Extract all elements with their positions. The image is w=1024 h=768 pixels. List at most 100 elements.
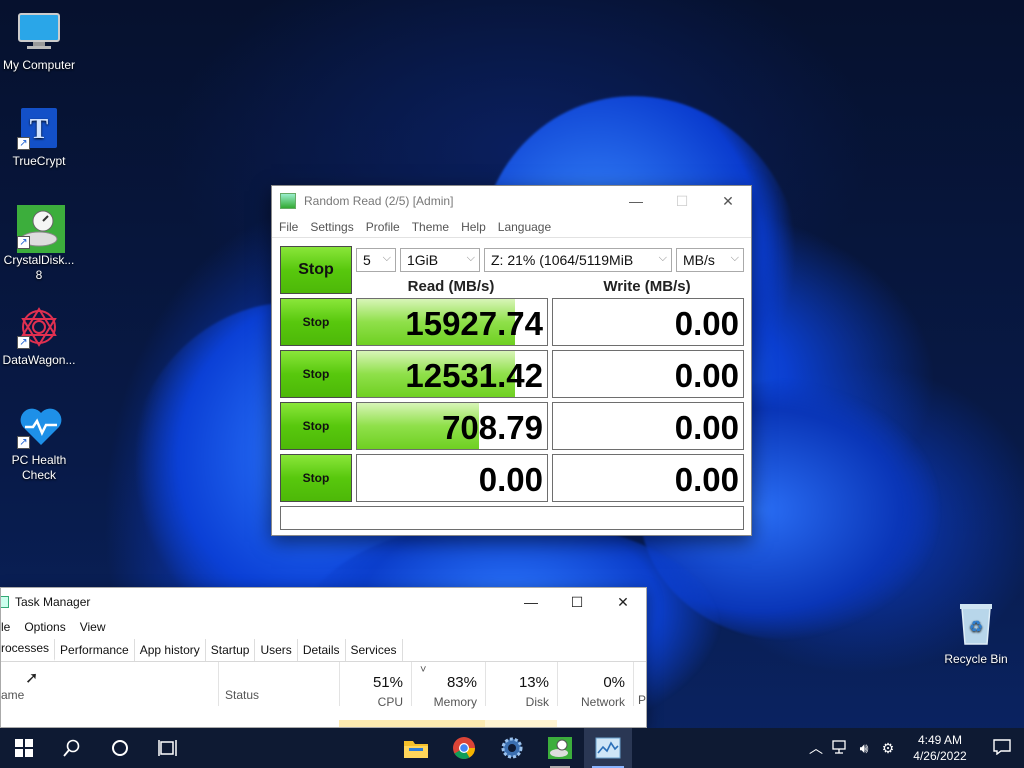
volume-icon[interactable]: 🔊︎ (852, 740, 876, 757)
settings-gear-icon (501, 737, 523, 759)
notification-icon[interactable] (980, 738, 1024, 758)
drive-value: Z: 21% (1064/5119MiB (491, 252, 634, 268)
folder-icon (404, 741, 428, 758)
heart-icon: ↗ (17, 405, 62, 449)
window-title: Random Read (2/5) [Admin] (304, 194, 454, 208)
power-label: Po (638, 693, 647, 707)
crystaldisk-icon: ↗ (17, 205, 65, 253)
tab-startup[interactable]: Startup (206, 639, 256, 661)
menu-profile[interactable]: Profile (366, 220, 400, 234)
computer-icon (17, 10, 61, 54)
stop-all-button[interactable]: Stop (280, 246, 352, 294)
desktop-icon-recycle-bin[interactable]: ♻ Recycle Bin (940, 600, 1012, 666)
menu-settings[interactable]: Settings (310, 220, 353, 234)
menu-theme[interactable]: Theme (412, 220, 449, 234)
tab-performance[interactable]: Performance (55, 639, 135, 661)
write-value: 0.00 (674, 305, 739, 342)
shortcut-arrow-icon: ↗ (17, 436, 30, 449)
sort-chevron-icon: ˅ (420, 664, 427, 676)
column-power[interactable]: Po (633, 662, 647, 707)
taskbar-file-explorer[interactable] (392, 728, 440, 768)
desktop-icon-label: Check (21, 468, 56, 482)
recycle-bin-icon: ♻ (956, 600, 996, 646)
gear-icon[interactable]: ⚙ (876, 740, 900, 757)
write-result-cell: 0.00 (552, 350, 744, 398)
memory-percent: 83% (446, 674, 477, 691)
menu-options[interactable]: Options (24, 620, 65, 634)
write-value: 0.00 (674, 461, 739, 498)
read-result-cell: 15927.74 (356, 298, 548, 346)
desktop-icon-my-computer[interactable]: My Computer (0, 10, 78, 73)
taskbar-chrome[interactable] (440, 728, 488, 768)
read-header: Read (MB/s) (407, 278, 495, 295)
benchmark-panel: Stop 5 ⌵ 1GiB ⌵ Z: 21% (1064/5119MiB ⌵ MB/s… (272, 238, 751, 536)
maximize-button[interactable]: ☐ (554, 588, 600, 617)
column-memory[interactable]: ˅ 83% Memory (411, 662, 485, 709)
datawagon-icon: ↗ (17, 305, 61, 349)
task-view-button[interactable] (144, 728, 192, 768)
stop-test-button[interactable]: Stop (280, 298, 352, 346)
drive-select[interactable]: Z: 21% (1064/5119MiB ⌵ (484, 248, 672, 272)
menu-bar: le Options View (1, 616, 646, 638)
menu-language[interactable]: Language (498, 220, 551, 234)
menu-file[interactable]: le (1, 620, 10, 634)
chevron-up-icon[interactable]: ︿ (804, 738, 828, 758)
close-button[interactable]: ✕ (600, 588, 646, 617)
shortcut-arrow-icon: ↗ (17, 137, 30, 150)
stop-test-button[interactable]: Stop (280, 402, 352, 450)
usage-heat-strip (339, 720, 485, 727)
windows-logo-icon (15, 739, 33, 757)
test-size-select[interactable]: 1GiB ⌵ (400, 248, 480, 272)
cpu-percent: 51% (372, 674, 403, 691)
desktop-icon-label: PC Health (11, 453, 67, 467)
taskbar-settings[interactable] (488, 728, 536, 768)
disk-percent: 13% (518, 674, 549, 691)
tab-processes[interactable]: rocesses (1, 639, 56, 661)
tab-users[interactable]: Users (255, 639, 298, 661)
menu-view[interactable]: View (80, 620, 106, 634)
desktop-icon-label: DataWagon... (2, 353, 76, 367)
stop-test-button[interactable]: Stop (280, 350, 352, 398)
stop-test-button[interactable]: Stop (280, 454, 352, 502)
minimize-button[interactable]: — (613, 186, 659, 216)
usage-heat-strip (485, 720, 557, 727)
desktop-icon-label: 8 (35, 268, 43, 282)
desktop-icon-label: Recycle Bin (944, 652, 1008, 666)
column-status[interactable]: Status (218, 662, 338, 706)
column-name[interactable]: ame (1, 688, 24, 702)
cpu-label: CPU (377, 695, 403, 709)
column-cpu[interactable]: 51% CPU (339, 662, 411, 709)
taskbar-task-manager[interactable] (584, 728, 632, 768)
unit-select[interactable]: MB/s ⌵ (676, 248, 744, 272)
start-button[interactable] (0, 728, 48, 768)
tab-services[interactable]: Services (346, 639, 403, 661)
title-bar[interactable]: Task Manager — ☐ ✕ (1, 588, 646, 616)
menu-file[interactable]: File (279, 220, 298, 234)
column-headers: ➚ ame Status 51% CPU ˅ 83% Memory 13% Di… (1, 662, 647, 709)
desktop-icon-datawagon[interactable]: ↗ DataWagon... (0, 305, 78, 368)
column-network[interactable]: 0% Network (557, 662, 633, 709)
tab-details[interactable]: Details (298, 639, 346, 661)
search-button[interactable] (48, 728, 96, 768)
test-count-select[interactable]: 5 ⌵ (356, 248, 396, 272)
test-count-value: 5 (363, 252, 371, 268)
svg-text:♻: ♻ (969, 619, 983, 636)
column-disk[interactable]: 13% Disk (485, 662, 557, 709)
menu-bar: File Settings Profile Theme Help Languag… (272, 216, 751, 238)
desktop-icon-pc-health-check[interactable]: ↗ PC Health Check (0, 405, 78, 483)
desktop-icon-truecrypt[interactable]: T ↗ TrueCrypt (0, 106, 78, 169)
cortana-button[interactable] (96, 728, 144, 768)
disk-label: Disk (525, 695, 549, 709)
taskbar-crystaldiskmark[interactable] (536, 728, 584, 768)
minimize-button[interactable]: — (508, 588, 554, 617)
close-button[interactable]: ✕ (705, 186, 751, 216)
tab-app-history[interactable]: App history (135, 639, 206, 661)
network-icon[interactable] (828, 739, 852, 757)
menu-help[interactable]: Help (461, 220, 486, 234)
title-bar[interactable]: Random Read (2/5) [Admin] — ☐ ✕ (272, 186, 751, 216)
clock[interactable]: 4:49 AM 4/26/2022 (900, 732, 980, 764)
comment-field[interactable] (280, 506, 744, 530)
network-percent: 0% (603, 674, 625, 691)
desktop-icon-crystaldisk[interactable]: ↗ CrystalDisk... 8 (0, 205, 78, 283)
maximize-button[interactable]: ☐ (659, 186, 705, 216)
